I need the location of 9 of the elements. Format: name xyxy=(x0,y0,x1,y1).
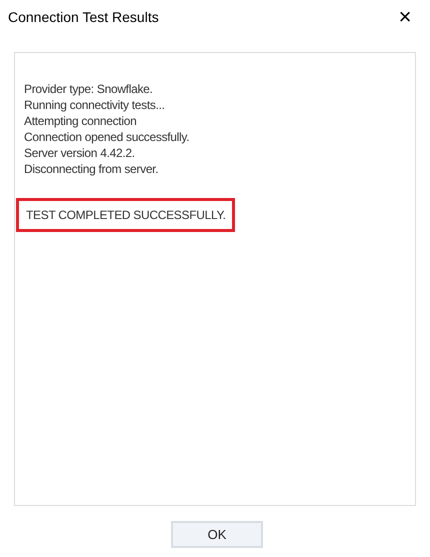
log-line: Server version 4.42.2. xyxy=(24,145,136,161)
window-title: Connection Test Results xyxy=(8,8,159,26)
ok-button[interactable]: OK xyxy=(171,521,263,548)
log-line: Running connectivity tests... xyxy=(24,97,166,113)
close-button[interactable]: × xyxy=(390,2,420,32)
log-line: Disconnecting from server. xyxy=(24,161,160,177)
log-line: Connection opened successfully. xyxy=(24,129,190,145)
log-line: Provider type: Snowflake. xyxy=(24,81,154,97)
log-line: Attempting connection xyxy=(24,113,138,129)
